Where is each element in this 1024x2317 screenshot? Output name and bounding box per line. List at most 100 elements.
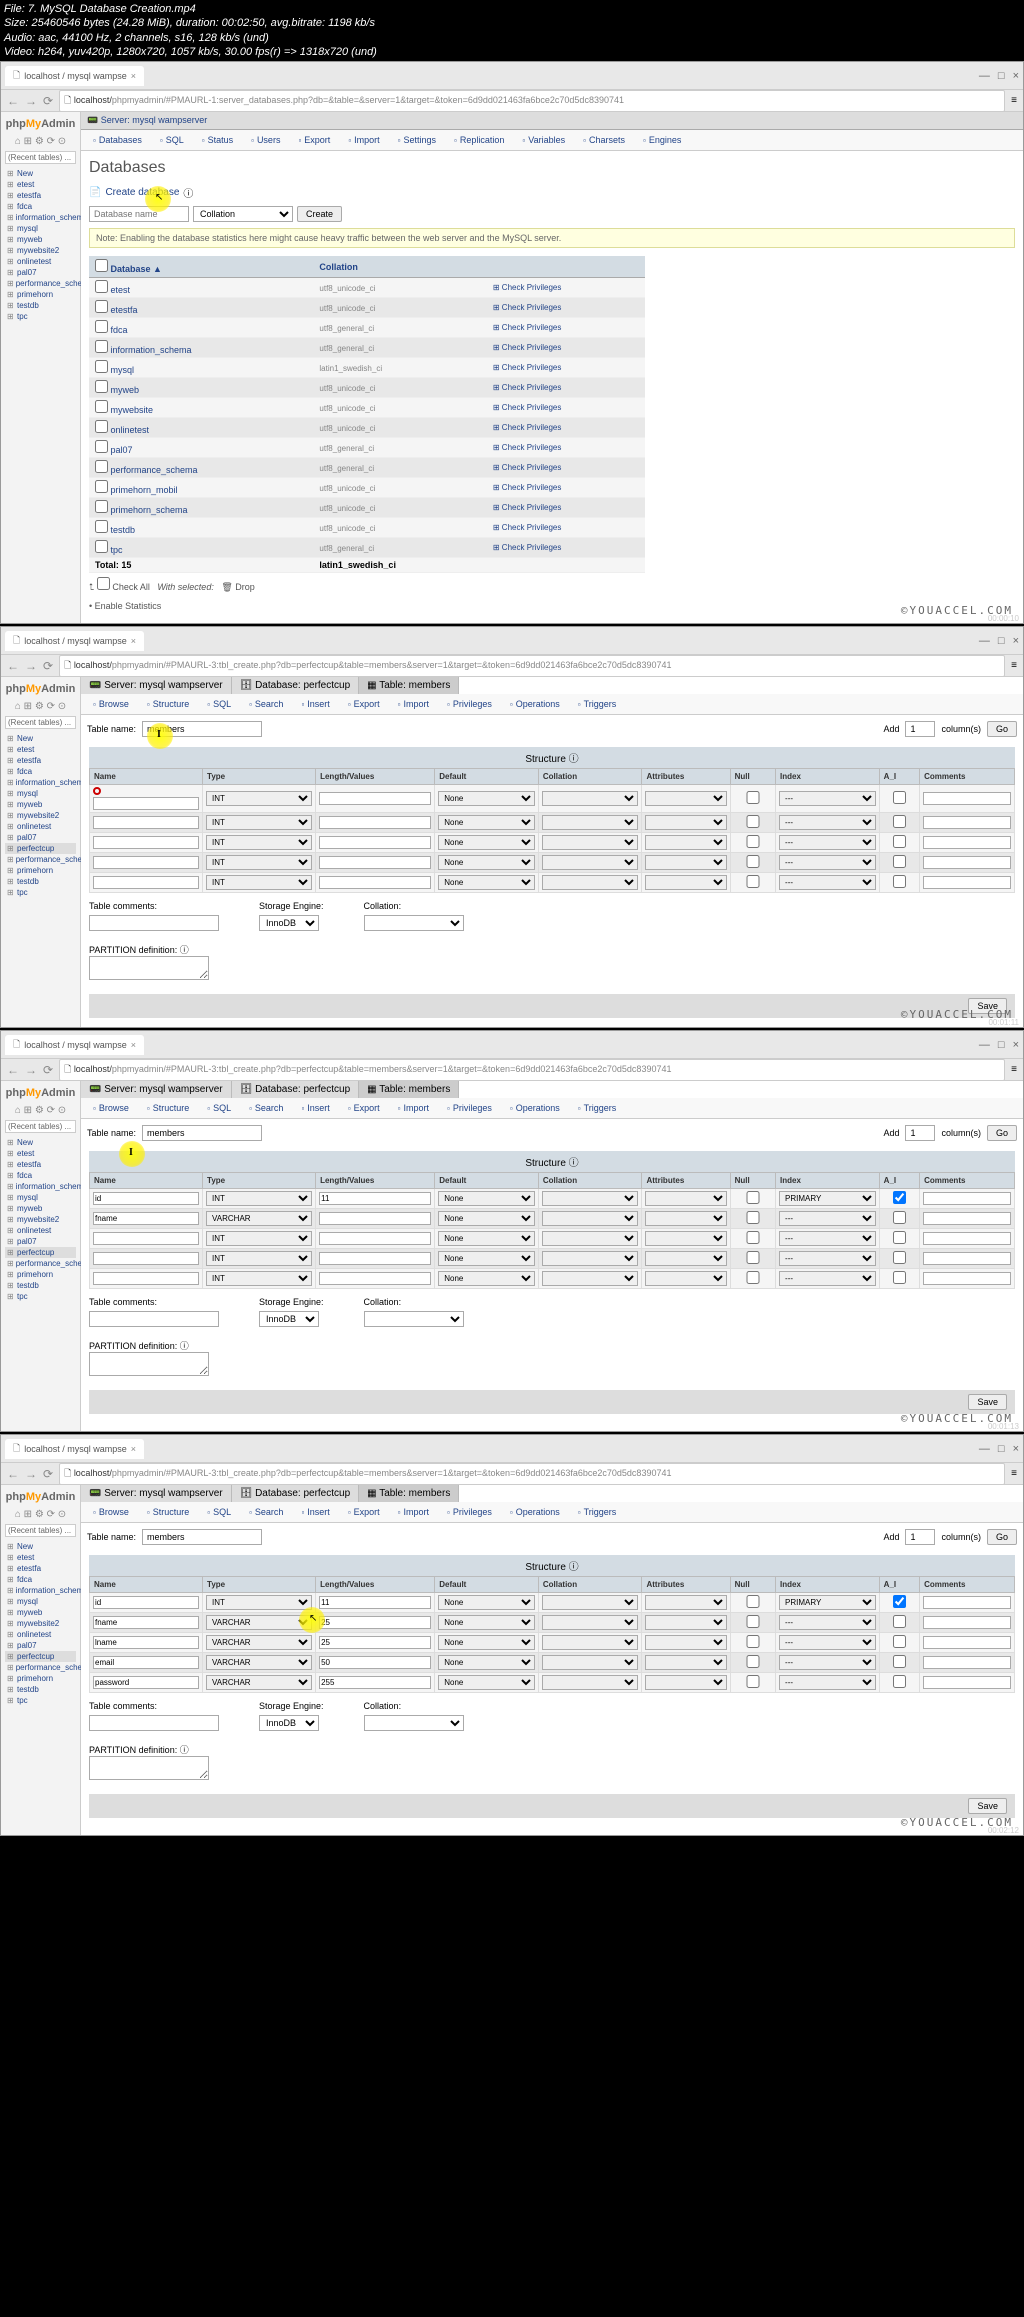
column-type-select[interactable]: VARCHAR (206, 1635, 312, 1650)
column-name-input[interactable] (93, 1212, 199, 1225)
check-all-checkbox[interactable] (97, 577, 110, 590)
column-ai-checkbox[interactable] (883, 835, 916, 848)
tab-operations[interactable]: ▫Operations (502, 1100, 568, 1116)
column-name-input[interactable] (93, 1596, 199, 1609)
column-attributes-select[interactable] (645, 1615, 726, 1630)
column-collation-select[interactable] (542, 835, 639, 850)
db-tree-item-tpc[interactable]: ⊞tpc (5, 1291, 76, 1302)
column-index-select[interactable]: --- (779, 1211, 876, 1226)
column-null-checkbox[interactable] (734, 1615, 772, 1628)
tab-sql[interactable]: ▫SQL (152, 132, 192, 148)
recent-tables-dropdown[interactable]: (Recent tables) ... (5, 151, 76, 164)
db-tree-item-mysql[interactable]: ⊞mysql (5, 223, 76, 234)
db-tree-item-mywebsite2[interactable]: ⊞mywebsite2 (5, 1214, 76, 1225)
db-tree-item-myweb[interactable]: ⊞myweb (5, 1607, 76, 1618)
tab-structure[interactable]: ▫Structure (139, 1100, 197, 1116)
tab-search[interactable]: ▫Search (241, 1100, 291, 1116)
check-privileges-link[interactable]: Check Privileges (502, 523, 562, 532)
column-index-select[interactable]: --- (779, 1675, 876, 1690)
row-checkbox[interactable] (95, 340, 108, 353)
column-length-input[interactable] (319, 1232, 431, 1245)
db-tree-item-etestfa[interactable]: ⊞etestfa (5, 1159, 76, 1170)
column-type-select[interactable]: VARCHAR (206, 1655, 312, 1670)
browser-tab[interactable]: 🗋 localhost / mysql wampse × (5, 66, 144, 86)
db-tree-item-information_schema[interactable]: ⊞information_schema (5, 1585, 76, 1596)
db-tree-item-pal07[interactable]: ⊞pal07 (5, 832, 76, 843)
tab-import[interactable]: ▫Import (390, 1100, 437, 1116)
tab-sql[interactable]: ▫SQL (199, 1100, 239, 1116)
db-tree-item-primehorn[interactable]: ⊞primehorn (5, 289, 76, 300)
db-tree-item-pal07[interactable]: ⊞pal07 (5, 267, 76, 278)
column-length-input[interactable] (319, 1616, 431, 1629)
column-default-select[interactable]: None (438, 1595, 535, 1610)
column-length-input[interactable] (319, 1192, 431, 1205)
column-collation-select[interactable] (542, 1615, 639, 1630)
tab-triggers[interactable]: ▫Triggers (570, 696, 625, 712)
db-tree-item-performance_schema[interactable]: ⊞performance_schema (5, 1258, 76, 1269)
column-type-select[interactable]: INT (206, 855, 312, 870)
row-checkbox[interactable] (95, 380, 108, 393)
column-attributes-select[interactable] (645, 1635, 726, 1650)
db-tree-item-myweb[interactable]: ⊞myweb (5, 799, 76, 810)
column-collation-select[interactable] (542, 791, 639, 806)
check-privileges-link[interactable]: Check Privileges (502, 383, 562, 392)
column-collation-select[interactable] (542, 1231, 639, 1246)
column-length-input[interactable] (319, 792, 431, 805)
column-index-select[interactable]: --- (779, 1615, 876, 1630)
storage-engine-select[interactable]: InnoDB (259, 915, 319, 931)
db-tree-item-onlinetest[interactable]: ⊞onlinetest (5, 1629, 76, 1640)
column-default-select[interactable]: None (438, 815, 535, 830)
db-tree-item-perfectcup[interactable]: ⊞perfectcup (5, 1247, 76, 1258)
column-name-input[interactable] (93, 1676, 199, 1689)
column-default-select[interactable]: None (438, 1251, 535, 1266)
database-name-input[interactable] (89, 206, 189, 222)
column-ai-checkbox[interactable] (883, 1595, 916, 1608)
sidebar-nav-icons[interactable]: ⌂ ⊞ ⚙ ⟳ ⊙ (3, 134, 78, 149)
check-privileges-link[interactable]: Check Privileges (502, 363, 562, 372)
column-default-select[interactable]: None (438, 1635, 535, 1650)
db-tree-item-etest[interactable]: ⊞etest (5, 1148, 76, 1159)
column-index-select[interactable]: --- (779, 855, 876, 870)
db-link[interactable]: performance_schema (111, 465, 198, 475)
column-default-select[interactable]: None (438, 1615, 535, 1630)
db-tree-item-information_schema[interactable]: ⊞information_schema (5, 212, 76, 223)
privileges-icon[interactable]: ⊞ (493, 283, 500, 292)
db-tree-item-testdb[interactable]: ⊞testdb (5, 1280, 76, 1291)
column-ai-checkbox[interactable] (883, 1655, 916, 1668)
db-link[interactable]: onlinetest (111, 425, 150, 435)
reload-icon[interactable]: ⟳ (43, 94, 53, 108)
db-link[interactable]: mywebsite (111, 405, 154, 415)
column-ai-checkbox[interactable] (883, 1635, 916, 1648)
column-index-select[interactable]: --- (779, 835, 876, 850)
db-tree-item-mysql[interactable]: ⊞mysql (5, 1192, 76, 1203)
column-null-checkbox[interactable] (734, 1271, 772, 1284)
column-attributes-select[interactable] (645, 1675, 726, 1690)
db-tree-item-information_schema[interactable]: ⊞information_schema (5, 1181, 76, 1192)
db-tree-item-etest[interactable]: ⊞etest (5, 1552, 76, 1563)
db-tree-item-onlinetest[interactable]: ⊞onlinetest (5, 821, 76, 832)
column-name-input[interactable] (93, 836, 199, 849)
reload-icon[interactable]: ⟳ (43, 659, 53, 673)
column-name-input[interactable] (93, 816, 199, 829)
go-button[interactable]: Go (987, 721, 1017, 737)
column-index-select[interactable]: --- (779, 1251, 876, 1266)
check-privileges-link[interactable]: Check Privileges (502, 503, 562, 512)
column-attributes-select[interactable] (645, 1251, 726, 1266)
check-privileges-link[interactable]: Check Privileges (502, 423, 562, 432)
column-comments-input[interactable] (923, 876, 1011, 889)
forward-icon[interactable]: → (25, 659, 37, 673)
column-length-input[interactable] (319, 1636, 431, 1649)
add-columns-input[interactable] (905, 721, 935, 737)
column-default-select[interactable]: None (438, 1211, 535, 1226)
column-comments-input[interactable] (923, 1636, 1011, 1649)
db-tree-item-etestfa[interactable]: ⊞etestfa (5, 755, 76, 766)
column-name-input[interactable] (93, 1252, 199, 1265)
column-collation-select[interactable] (542, 855, 639, 870)
forward-icon[interactable]: → (25, 94, 37, 108)
db-tree-item-mywebsite2[interactable]: ⊞mywebsite2 (5, 1618, 76, 1629)
db-tree-item-etest[interactable]: ⊞etest (5, 744, 76, 755)
db-tree-item-performance_schema[interactable]: ⊞performance_schema (5, 278, 76, 289)
column-attributes-select[interactable] (645, 1211, 726, 1226)
column-type-select[interactable]: INT (206, 1251, 312, 1266)
tab-structure[interactable]: ▫Structure (139, 696, 197, 712)
